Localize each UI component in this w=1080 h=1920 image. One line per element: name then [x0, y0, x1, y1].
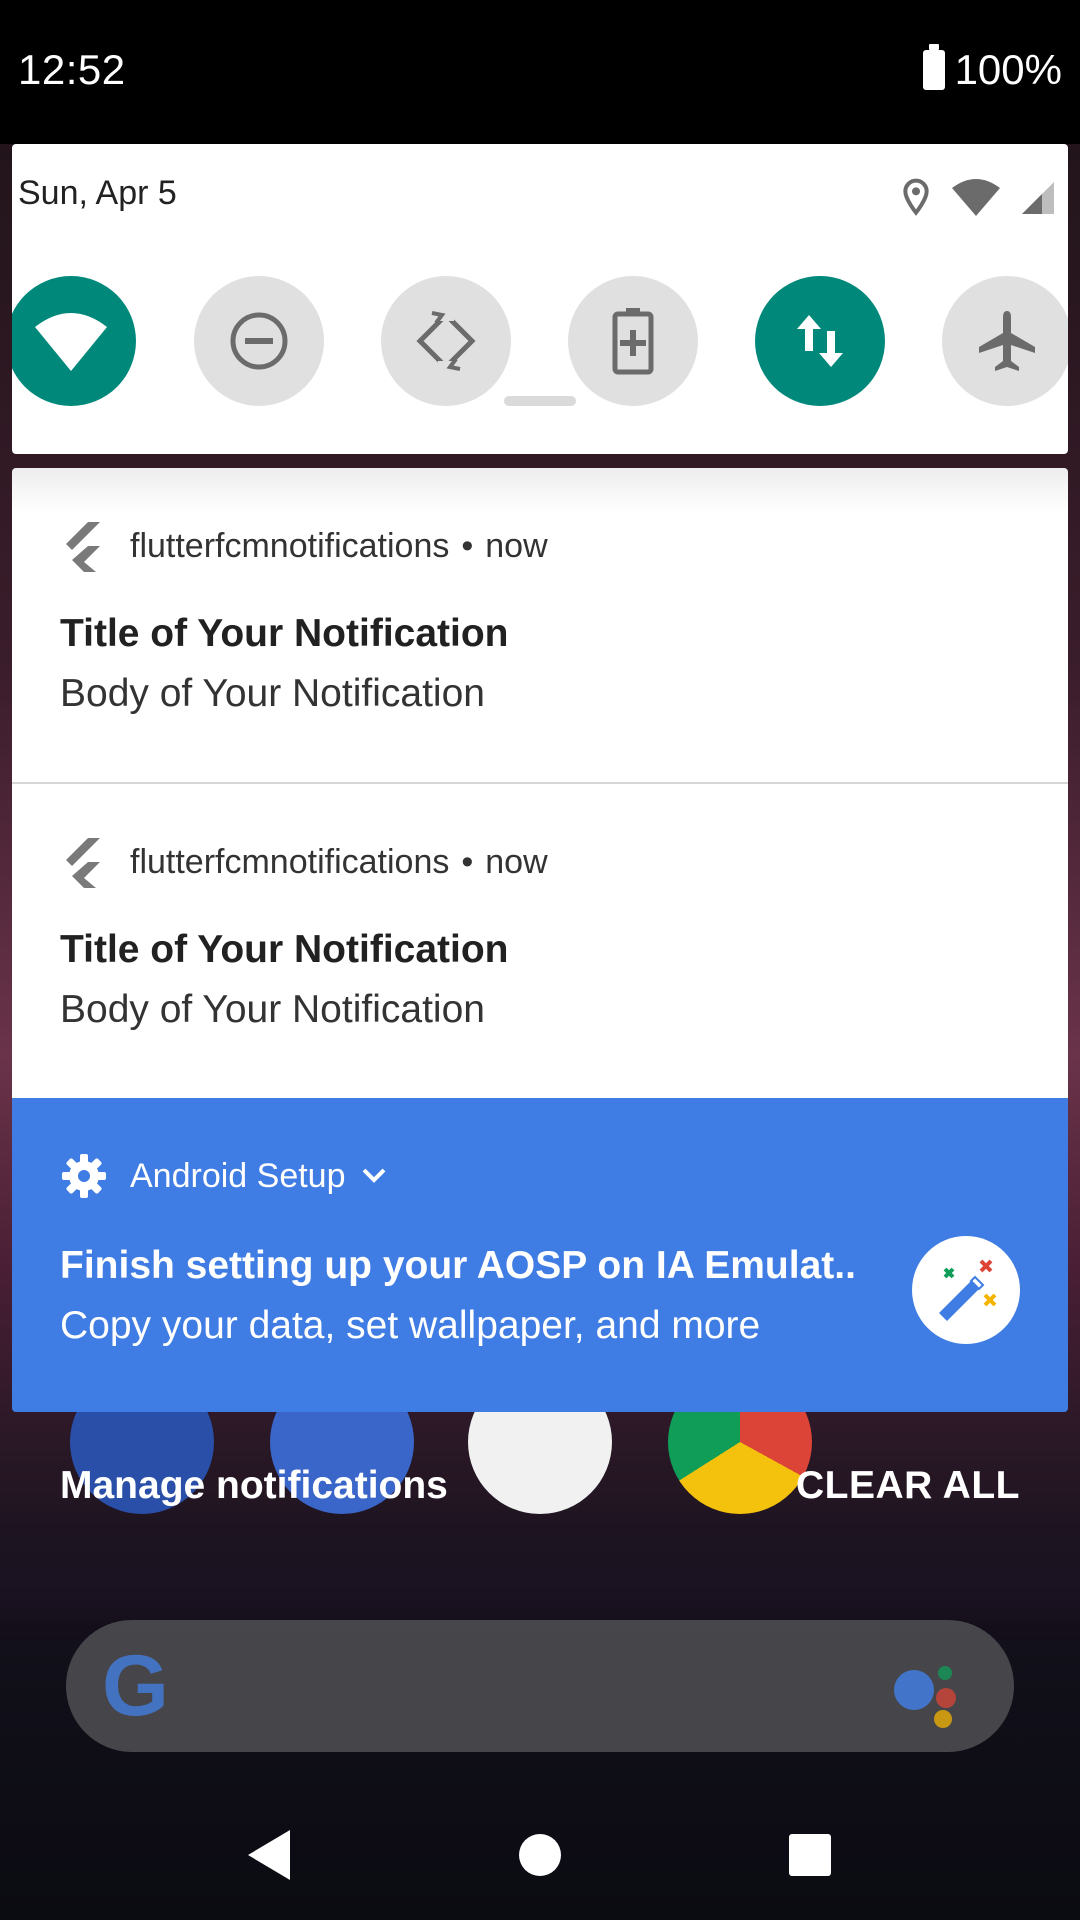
status-time: 12:52 [18, 46, 126, 93]
notification-header: flutterfcmnotifications • now [60, 836, 548, 888]
qs-tile-auto-rotate[interactable] [381, 276, 511, 406]
setup-badge [912, 1236, 1020, 1344]
notification-card[interactable]: flutterfcmnotifications • now Title of Y… [12, 468, 1068, 782]
back-button[interactable] [224, 1810, 314, 1900]
separator-dot: • [461, 526, 474, 565]
notification-header: flutterfcmnotifications • now [60, 520, 548, 572]
rotate-icon [416, 311, 476, 371]
qs-tile-mobile-data[interactable] [755, 276, 885, 406]
notification-app-name: flutterfcmnotifications [130, 526, 450, 565]
minus-circle-icon [230, 312, 288, 370]
cell-signal-icon [1022, 182, 1054, 214]
battery-percent: 100% [954, 46, 1062, 93]
data-arrows-icon [797, 315, 843, 367]
notification-body: Body of Your Notification [60, 672, 485, 715]
home-icon [519, 1834, 561, 1876]
quick-settings-panel: Sun, Apr 5 [12, 144, 1068, 454]
notification-time: now [485, 842, 548, 881]
notification-app-name: flutterfcmnotifications [130, 842, 450, 881]
qs-status-icons [900, 178, 1056, 218]
recents-button[interactable] [765, 1810, 855, 1900]
chevron-down-icon[interactable] [360, 1166, 388, 1186]
google-logo-icon: G [102, 1638, 169, 1734]
status-battery: 100% [922, 44, 1062, 94]
assistant-icon[interactable] [894, 1658, 964, 1728]
notification-title: Finish setting up your AOSP on IA Emulat… [60, 1244, 856, 1287]
flutter-icon [66, 522, 100, 572]
wallpaper-mountains [0, 1500, 1080, 1640]
manage-notifications-button[interactable]: Manage notifications [60, 1464, 448, 1508]
wifi-icon [952, 179, 1000, 216]
qs-tile-wifi[interactable] [12, 276, 136, 406]
recents-icon [789, 1834, 831, 1876]
qs-tile-airplane-mode[interactable] [942, 276, 1068, 406]
notification-title: Title of Your Notification [60, 928, 509, 971]
notification-time: now [485, 526, 548, 565]
notification-body: Copy your data, set wallpaper, and more [60, 1304, 761, 1347]
home-search-bar[interactable]: G [66, 1620, 1014, 1752]
notification-title: Title of Your Notification [60, 612, 509, 655]
notification-header: Android Setup [60, 1152, 388, 1200]
wifi-icon [35, 313, 107, 371]
qs-tile-do-not-disturb[interactable] [194, 276, 324, 406]
notification-app-name: Android Setup [130, 1156, 346, 1195]
gear-icon [62, 1154, 106, 1198]
separator-dot: • [461, 842, 474, 881]
notification-body: Body of Your Notification [60, 988, 485, 1031]
qs-date[interactable]: Sun, Apr 5 [18, 174, 177, 213]
airplane-icon [979, 311, 1035, 371]
battery-icon [922, 44, 945, 90]
notification-card[interactable]: flutterfcmnotifications • now Title of Y… [12, 784, 1068, 1098]
location-icon [903, 178, 929, 216]
android-setup-notification[interactable]: Android Setup Finish setting up your AOS… [12, 1098, 1068, 1412]
qs-tile-battery-saver[interactable] [568, 276, 698, 406]
qs-drag-handle[interactable] [504, 396, 576, 406]
battery-plus-icon [612, 308, 654, 375]
navigation-bar [0, 1790, 1080, 1920]
status-bar: 12:52 100% [0, 0, 1080, 144]
clear-all-button[interactable]: CLEAR ALL [796, 1464, 1020, 1508]
back-icon [248, 1830, 290, 1880]
notification-footer: Manage notifications CLEAR ALL [0, 1460, 1080, 1516]
flutter-icon [66, 838, 100, 888]
magic-wand-icon [939, 1259, 997, 1321]
home-button[interactable] [495, 1810, 585, 1900]
